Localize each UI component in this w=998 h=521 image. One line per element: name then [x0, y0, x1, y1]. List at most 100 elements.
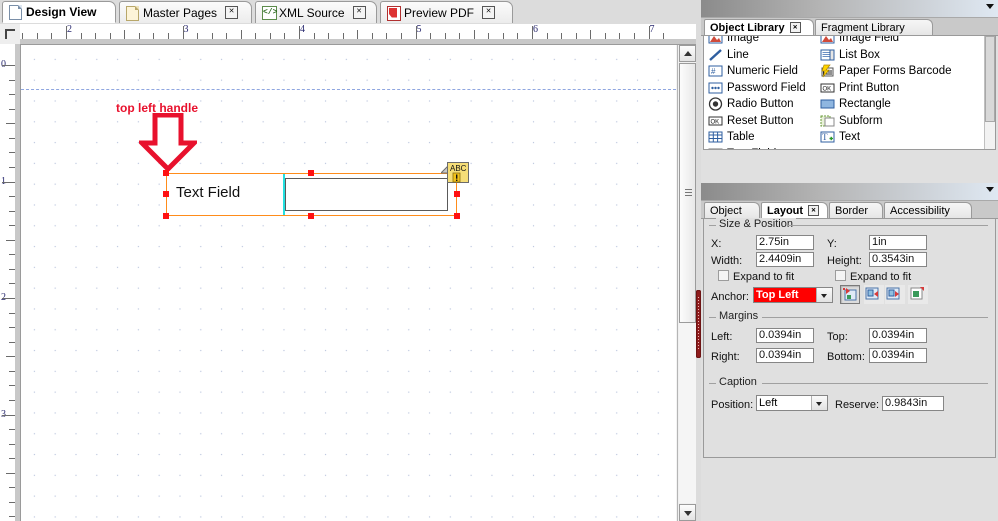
library-item-image[interactable]: Image — [708, 36, 806, 47]
close-icon[interactable] — [352, 6, 366, 19]
chevron-down-icon[interactable] — [986, 4, 994, 9]
close-icon[interactable] — [789, 22, 801, 33]
object-library-list[interactable]: Image Line # Numeric Field Password Fiel… — [703, 36, 996, 150]
resize-handle-top-center[interactable] — [308, 170, 314, 176]
ruler-tick — [604, 33, 606, 39]
resize-handle-middle-right[interactable] — [454, 191, 460, 197]
ruler-tick — [2, 181, 15, 183]
tab-master-pages[interactable]: Master Pages — [119, 1, 252, 23]
close-icon[interactable] — [225, 6, 239, 19]
library-item-line[interactable]: Line — [708, 47, 806, 64]
expand-width-label: Expand to fit — [733, 271, 795, 283]
ruler-tick — [9, 487, 15, 489]
resize-handle-top-left[interactable] — [163, 170, 169, 176]
tab-layout[interactable]: Layout — [761, 202, 828, 218]
tab-border[interactable]: Border — [829, 202, 883, 218]
library-item-password-field[interactable]: Password Field — [708, 80, 806, 97]
chevron-down-icon[interactable] — [816, 288, 832, 302]
close-icon[interactable] — [808, 205, 820, 216]
anchor-position-button[interactable] — [840, 285, 860, 304]
tab-accessibility[interactable]: Accessibility — [884, 202, 972, 218]
margin-top-input[interactable]: 0.0394in — [869, 328, 927, 343]
widget-caption-label: Text Field — [176, 184, 241, 201]
ruler-tick — [211, 33, 213, 39]
horizontal-ruler[interactable]: 2 3 4 5 6 7 — [20, 24, 697, 45]
ruler-tick — [633, 33, 635, 39]
ruler-tick — [22, 33, 24, 39]
library-item-label: List Box — [839, 48, 880, 61]
ruler-tick-label: 6 — [533, 24, 538, 35]
library-scrollbar[interactable] — [984, 36, 995, 149]
library-item-text[interactable]: T Text — [820, 129, 952, 146]
library-item-label: Text Field — [727, 148, 776, 149]
scrollbar-thumb[interactable] — [679, 63, 696, 323]
object-library-column-right: Image Field List Box Paper Forms Barcode — [820, 36, 952, 146]
ruler-tick — [9, 399, 15, 401]
library-item-print-button[interactable]: OK Print Button — [820, 80, 952, 97]
expand-height-checkbox[interactable] — [835, 270, 846, 281]
library-item-numeric-field[interactable]: # Numeric Field — [708, 63, 806, 80]
design-canvas[interactable]: top left handle Text Field ABC — [21, 45, 676, 521]
library-item-text-field[interactable]: Text Field — [708, 146, 806, 149]
canvas-vertical-scrollbar[interactable] — [677, 45, 697, 521]
scrollbar-track[interactable] — [679, 323, 696, 503]
caption-position-select[interactable]: Left — [756, 395, 828, 411]
svg-text:OK: OK — [711, 119, 720, 125]
document-icon — [9, 5, 22, 20]
svg-text:OK: OK — [823, 86, 832, 92]
tab-label: Border — [835, 204, 869, 217]
ruler-tick — [9, 137, 15, 139]
vertical-ruler[interactable]: 0123 — [0, 44, 21, 521]
library-item-paper-forms-barcode[interactable]: Paper Forms Barcode — [820, 63, 952, 80]
resize-handle-bottom-right[interactable] — [454, 213, 460, 219]
tab-object[interactable]: Object — [704, 202, 760, 218]
tab-object-library[interactable]: Object Library — [704, 19, 814, 35]
width-input[interactable]: 2.4409in — [756, 252, 814, 267]
library-item-reset-button[interactable]: OK Reset Button — [708, 113, 806, 130]
tab-xml-source[interactable]: </> XML Source — [255, 1, 377, 23]
resize-handle-bottom-left[interactable] — [163, 213, 169, 219]
caption-reserve-input[interactable]: 0.9843in — [882, 396, 944, 411]
align-right-button[interactable] — [885, 285, 905, 304]
margin-left-input[interactable]: 0.0394in — [756, 328, 814, 343]
tab-preview-pdf[interactable]: Preview PDF — [380, 1, 513, 23]
ruler-tick — [313, 33, 315, 39]
scroll-down-arrow-icon[interactable] — [679, 504, 696, 521]
text-field-input-box[interactable] — [285, 178, 448, 211]
library-item-radio-button[interactable]: Radio Button — [708, 96, 806, 113]
resize-handle-bottom-center[interactable] — [308, 213, 314, 219]
y-input[interactable]: 1in — [869, 235, 927, 250]
ruler-tick — [6, 472, 15, 474]
anchor-select[interactable]: Top Left — [753, 287, 833, 303]
resize-handle-middle-left[interactable] — [163, 191, 169, 197]
caption-reserve-label: Reserve: — [835, 399, 880, 411]
library-item-list-box[interactable]: List Box — [820, 47, 952, 64]
selected-text-field-widget[interactable]: Text Field ABC — [163, 162, 469, 219]
margin-bottom-input[interactable]: 0.0394in — [869, 348, 927, 363]
library-item-image-field[interactable]: Image Field — [820, 36, 952, 47]
chevron-down-icon[interactable] — [811, 396, 827, 410]
tab-label: Accessibility — [890, 204, 950, 217]
abc-warning-icon[interactable]: ABC — [439, 162, 469, 188]
tab-fragment-library[interactable]: Fragment Library — [815, 19, 933, 35]
expand-width-checkbox[interactable] — [718, 270, 729, 281]
ruler-tick — [502, 33, 504, 39]
library-item-subform[interactable]: Subform — [820, 113, 952, 130]
library-item-rectangle[interactable]: Rectangle — [820, 96, 952, 113]
image-icon — [708, 36, 723, 45]
library-scrollbar-thumb[interactable] — [985, 36, 995, 122]
svg-text:T: T — [822, 132, 828, 142]
ruler-tick-label: 4 — [300, 24, 305, 35]
align-left-button[interactable] — [864, 285, 884, 304]
chevron-down-icon[interactable] — [986, 187, 994, 192]
margin-top-label: Top: — [827, 331, 848, 343]
align-object-button[interactable] — [908, 285, 928, 304]
margin-right-input[interactable]: 0.0394in — [756, 348, 814, 363]
scroll-up-arrow-icon[interactable] — [679, 45, 696, 62]
x-input[interactable]: 2.75in — [756, 235, 814, 250]
close-icon[interactable] — [482, 6, 496, 19]
library-item-table[interactable]: Table — [708, 129, 806, 146]
tab-design-view[interactable]: Design View — [2, 1, 116, 23]
height-input[interactable]: 0.3543in — [869, 252, 927, 267]
ruler-origin-corner[interactable] — [0, 24, 21, 45]
